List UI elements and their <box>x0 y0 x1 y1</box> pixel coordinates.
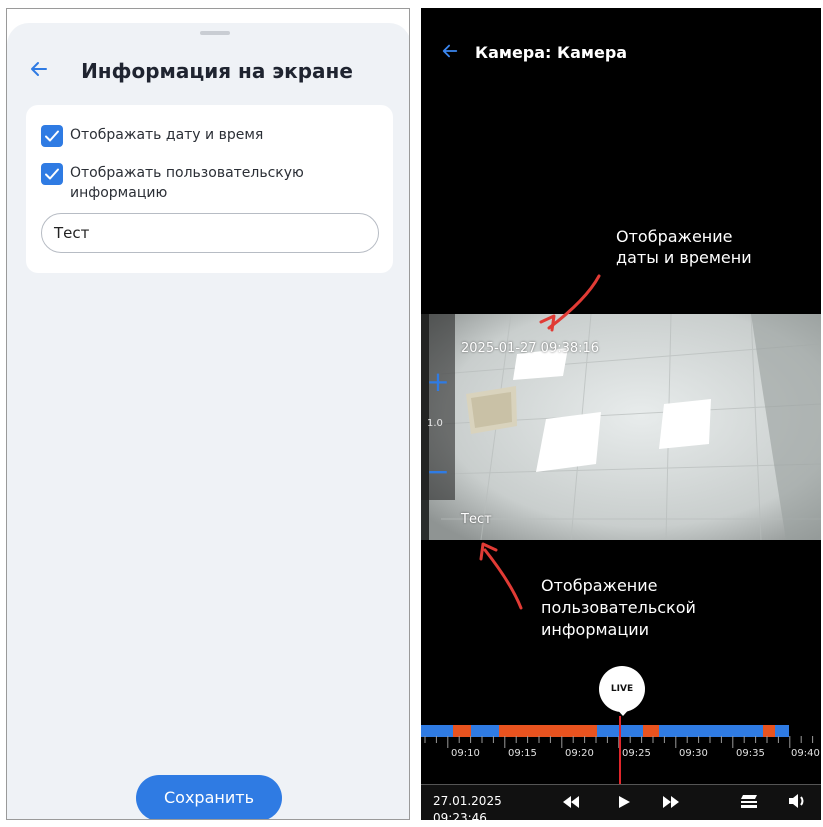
checkbox-checked-icon[interactable] <box>41 125 63 147</box>
fast-forward-icon[interactable] <box>661 794 681 813</box>
video-feed[interactable]: + 1.0 − 2025-01-27 09:38:16 Тест <box>421 314 821 540</box>
bottom-sheet: Информация на экране Отображать дату и в… <box>7 23 409 819</box>
user-text-input[interactable]: Тест <box>41 213 379 253</box>
current-date: 27.01.2025 <box>433 794 502 808</box>
timeline-label: 09:15 <box>508 748 537 759</box>
arrowhead-icon <box>479 542 498 561</box>
playback-controls: 27.01.2025 09:23:46 <box>421 784 821 820</box>
play-icon[interactable] <box>617 794 631 813</box>
timeline-cursor[interactable] <box>619 716 621 794</box>
timeline-label: 09:10 <box>451 748 480 759</box>
option-show-datetime[interactable]: Отображать дату и время <box>41 125 263 147</box>
options-card: Отображать дату и время Отображать польз… <box>26 105 393 273</box>
timeline-label: 09:40 <box>791 748 820 759</box>
annotation-text: Отображение пользовательской информации <box>541 576 696 639</box>
timeline-label: 09:20 <box>565 748 594 759</box>
checkbox-checked-icon[interactable] <box>41 163 63 185</box>
volume-icon[interactable] <box>787 793 807 813</box>
archive-list-icon[interactable] <box>739 793 759 813</box>
settings-screen: Информация на экране Отображать дату и в… <box>6 8 410 820</box>
zoom-out-icon[interactable]: − <box>425 458 451 486</box>
annotation-text: Отображение даты и времени <box>616 227 752 267</box>
back-arrow-icon[interactable] <box>441 41 459 65</box>
zoom-control: + 1.0 − <box>421 314 455 500</box>
zoom-in-icon[interactable]: + <box>425 368 451 396</box>
live-pointer <box>614 706 632 716</box>
timeline-label: 09:35 <box>736 748 765 759</box>
rewind-icon[interactable] <box>561 794 581 813</box>
annotation-user-info: Отображение пользовательской информации <box>541 575 711 641</box>
option-show-user-info[interactable]: Отображать пользовательскую информацию <box>41 163 320 203</box>
screenshot-root: Информация на экране Отображать дату и в… <box>0 0 823 827</box>
osd-user-text: Тест <box>461 512 492 527</box>
option-label: Отображать пользовательскую информацию <box>70 165 304 201</box>
annotation-datetime: Отображение даты и времени <box>616 226 766 268</box>
arrow-to-user-info <box>483 548 523 610</box>
camera-screen: Камера: Камера Отображение даты и времен… <box>421 8 821 820</box>
page-title: Информация на экране <box>81 59 353 83</box>
timeline-label: 09:25 <box>622 748 651 759</box>
camera-title: Камера: Камера <box>475 43 628 62</box>
current-time: 09:23:46 <box>433 811 487 820</box>
timeline-label: 09:30 <box>679 748 708 759</box>
sheet-drag-handle[interactable] <box>200 31 230 35</box>
option-label: Отображать дату и время <box>70 127 264 143</box>
save-button[interactable]: Сохранить <box>136 775 282 819</box>
zoom-level: 1.0 <box>427 418 443 429</box>
osd-datetime: 2025-01-27 09:38:16 <box>461 341 600 356</box>
current-datetime: 27.01.2025 09:23:46 <box>433 793 502 820</box>
